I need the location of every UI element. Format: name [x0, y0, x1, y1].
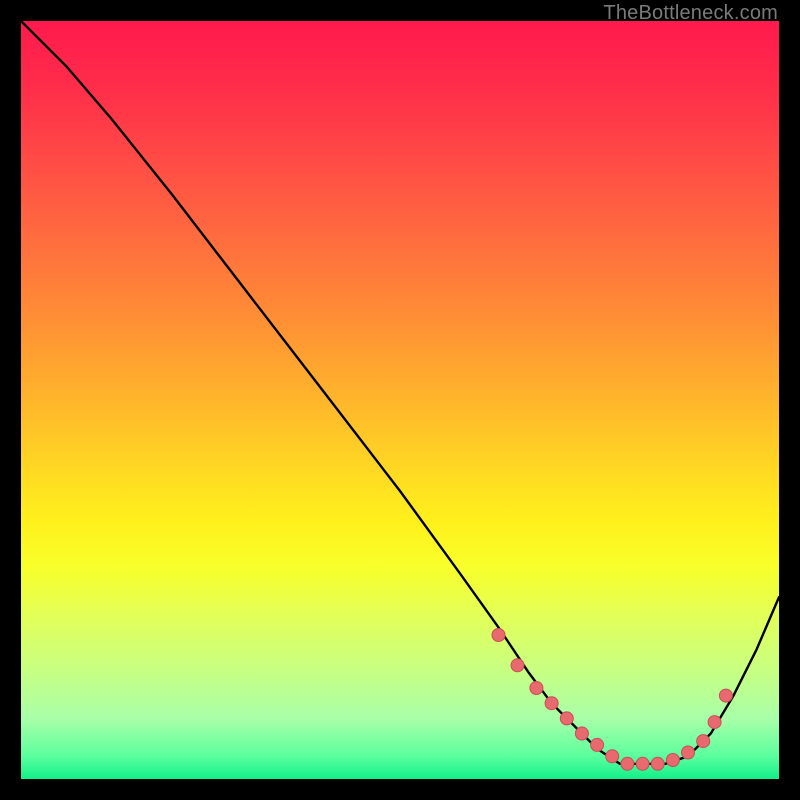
- marker-dot: [719, 689, 732, 702]
- marker-dot: [682, 746, 695, 759]
- chart-frame: TheBottleneck.com: [0, 0, 800, 800]
- marker-dot: [666, 754, 679, 767]
- marker-dot: [560, 712, 573, 725]
- marker-dot: [530, 682, 543, 695]
- marker-dot: [697, 735, 710, 748]
- marker-dot: [492, 629, 505, 642]
- chart-overlay-svg: [21, 21, 779, 779]
- marker-dot: [651, 757, 664, 770]
- marker-dot: [606, 750, 619, 763]
- marker-dot: [636, 757, 649, 770]
- marker-dot: [575, 727, 588, 740]
- marker-dot: [511, 659, 524, 672]
- bottleneck-curve: [21, 21, 779, 764]
- marker-dot: [708, 716, 721, 729]
- marker-dot: [591, 738, 604, 751]
- marker-dot: [545, 697, 558, 710]
- marker-dot: [621, 757, 634, 770]
